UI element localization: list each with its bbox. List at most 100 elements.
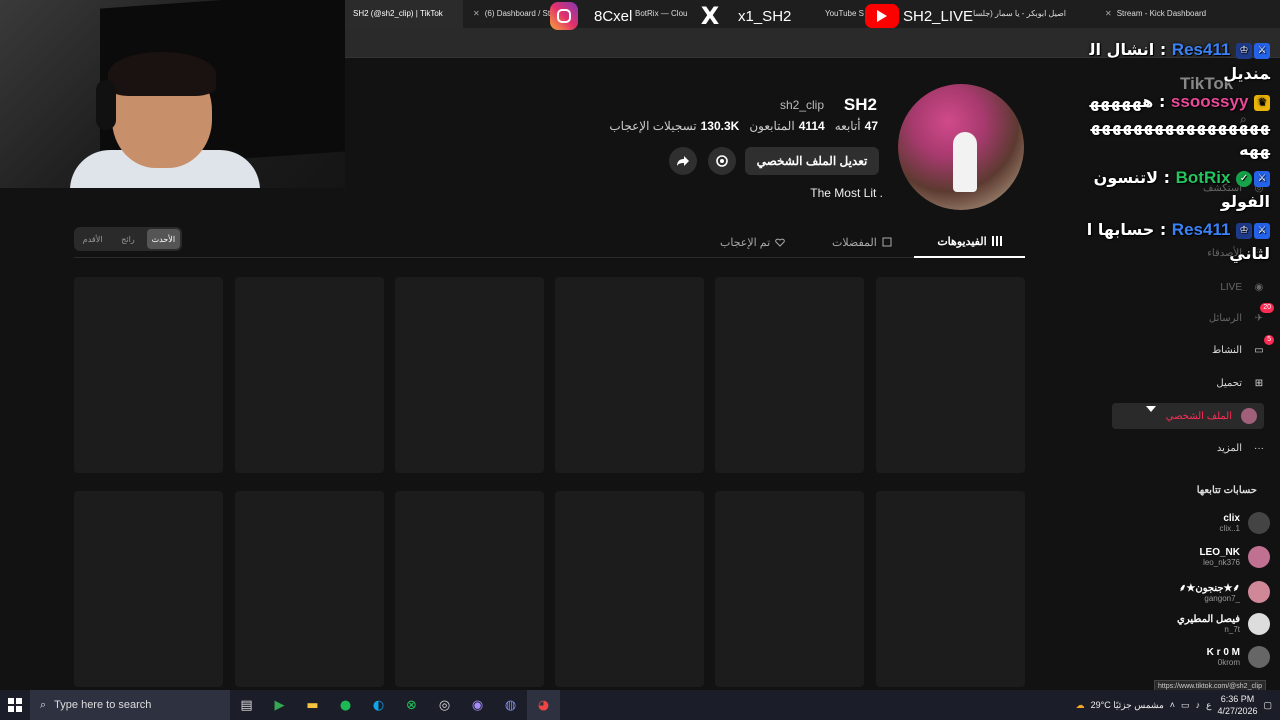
video-tile[interactable] <box>876 491 1025 687</box>
video-tile[interactable] <box>74 491 223 687</box>
language-indicator[interactable]: ع <box>1206 700 1211 711</box>
sort-oldest[interactable]: الأقدم <box>76 229 109 249</box>
avatar <box>1248 613 1270 635</box>
clock[interactable]: 6:36 PM 4/27/2026 <box>1217 693 1257 717</box>
mod-badge-icon: ⚔ <box>1254 170 1270 187</box>
start-button[interactable] <box>0 690 30 720</box>
browser-tab[interactable]: ✕ (6) Dashboard / St <box>471 0 551 28</box>
video-tile[interactable] <box>715 491 864 687</box>
browser-tab[interactable]: اصيل ابوبكر - يا سمار (جلسا <box>973 0 1093 28</box>
mod-badge-icon: ⚔ <box>1254 42 1270 59</box>
video-tile[interactable] <box>395 491 544 687</box>
sort-popular[interactable]: رائج <box>111 229 144 249</box>
settings-button[interactable] <box>708 147 736 175</box>
avatar <box>1248 512 1270 534</box>
following-account[interactable]: ⸙★جنجون★⸙ gangon7_ <box>1179 580 1270 603</box>
nav-activity[interactable]: النشاط ▭ 5 <box>1212 335 1274 363</box>
following-account[interactable]: clix clix..1 <box>1220 512 1270 534</box>
network-icon[interactable]: ▭ <box>1181 700 1190 711</box>
profile-avatar[interactable] <box>898 84 1024 210</box>
grid-icon <box>991 236 1002 246</box>
edit-profile-button[interactable]: تعديل الملف الشخصي <box>745 147 879 175</box>
bookmark-icon <box>882 237 892 247</box>
discord-icon[interactable]: ◍ <box>494 690 527 720</box>
task-view-icon[interactable]: ▤ <box>230 690 263 720</box>
og-badge-icon: ♔ <box>1236 42 1252 59</box>
share-button[interactable] <box>669 147 697 175</box>
account-handle: leo_nk376 <box>1203 558 1240 567</box>
nav-upload[interactable]: تحميل ⊞ <box>1216 370 1268 396</box>
play-store-icon[interactable]: ▶ <box>263 690 296 720</box>
tab-videos[interactable]: الفيديوهات <box>914 226 1025 258</box>
search-placeholder: Type here to search <box>54 699 152 711</box>
close-icon[interactable]: ✕ <box>473 9 480 18</box>
account-name: ⸙★جنجون★⸙ <box>1178 583 1240 594</box>
chat-username: BotRix <box>1175 168 1231 187</box>
video-tile[interactable] <box>235 277 384 473</box>
obs-icon[interactable]: ◎ <box>428 690 461 720</box>
messages-icon: ✈ 20 <box>1250 303 1274 327</box>
avatar <box>1248 546 1270 568</box>
weather-text[interactable]: 29°C مشمس جزئيًا <box>1091 700 1164 711</box>
clock-date: 4/27/2026 <box>1217 706 1258 716</box>
video-tile[interactable] <box>876 277 1025 473</box>
browser-tab[interactable]: SH2 (@sh2_clip) | TikTok <box>345 0 463 28</box>
following-account[interactable]: K r 0 M 0krom <box>1207 646 1270 668</box>
account-handle: n_7t <box>1224 625 1240 634</box>
messages-badge: 20 <box>1260 303 1274 313</box>
account-name: LEO_NK <box>1199 547 1240 558</box>
instagram-icon <box>550 2 578 30</box>
tab-title: Stream - Kick Dashboard <box>1116 9 1207 18</box>
file-explorer-icon[interactable]: ▬ <box>296 690 329 720</box>
og-badge-icon: ♔ <box>1236 222 1252 239</box>
chrome-icon[interactable]: ◕ <box>527 690 560 720</box>
share-icon <box>677 156 689 166</box>
clock-time: 6:36 PM <box>1220 694 1255 704</box>
notifications-icon[interactable]: ▢ <box>1263 700 1272 711</box>
nav-more[interactable]: المزيد ··· <box>1217 435 1268 461</box>
video-tile[interactable] <box>555 277 704 473</box>
tab-liked[interactable]: تم الإعجاب <box>720 226 785 258</box>
crown-badge-icon: ♛ <box>1254 94 1270 111</box>
following-account[interactable]: LEO_NK leo_nk376 <box>1199 546 1270 568</box>
profile-bio: The Most Lit . <box>810 186 883 200</box>
chat-username: Res411 <box>1171 40 1231 59</box>
tab-title: (6) Dashboard / St <box>484 9 551 18</box>
chat-username: ssoossyy <box>1170 92 1249 111</box>
nav-live[interactable]: LIVE ◉ <box>1220 274 1268 300</box>
video-tile[interactable] <box>235 491 384 687</box>
xbox-icon[interactable]: ⊗ <box>395 690 428 720</box>
video-tile[interactable] <box>715 277 864 473</box>
following-stat[interactable]: 47أتابعه <box>835 119 878 133</box>
nav-label: تحميل <box>1216 377 1242 389</box>
browser-tab[interactable]: ✕ Stream - Kick Dashboard <box>1105 0 1235 28</box>
taskbar-search[interactable]: ⌕ Type here to search <box>30 690 230 720</box>
volume-icon[interactable]: ♪ <box>1196 700 1201 710</box>
chevron-up-icon[interactable]: ˄ <box>1170 700 1175 710</box>
weather-icon: ☁ <box>1075 699 1085 710</box>
video-tile[interactable] <box>74 277 223 473</box>
edge-icon[interactable]: ◐ <box>362 690 395 720</box>
nav-messages[interactable]: الرسائل ✈ 20 <box>1209 303 1274 331</box>
nav-profile[interactable]: الملف الشخصي <box>1112 403 1264 429</box>
likes-label: تسجيلات الإعجاب <box>609 119 697 133</box>
spotify-icon[interactable]: ● <box>329 690 362 720</box>
close-icon[interactable]: ✕ <box>1105 9 1112 18</box>
tab-label: تم الإعجاب <box>720 236 771 249</box>
nav-label: الملف الشخصي <box>1165 410 1232 422</box>
chat-username: Res411 <box>1171 220 1231 239</box>
followers-count: 4114 <box>798 119 825 133</box>
following-account[interactable]: فيصل المطيري n_7t <box>1177 613 1270 635</box>
profile-stats: 47أتابعه 4114المتابعون 130.3Kتسجيلات الإ… <box>609 119 878 133</box>
video-tile[interactable] <box>555 491 704 687</box>
video-tile[interactable] <box>395 277 544 473</box>
tab-favorites[interactable]: المفضلات <box>832 226 892 258</box>
followers-label: المتابعون <box>749 119 795 133</box>
nav-label: المزيد <box>1216 442 1242 454</box>
tab-label: المفضلات <box>832 236 877 249</box>
app-icon[interactable]: ◉ <box>461 690 494 720</box>
followers-stat[interactable]: 4114المتابعون <box>749 119 824 133</box>
browser-tab[interactable]: YouTube S <box>825 0 865 28</box>
account-handle: 0krom <box>1217 658 1240 667</box>
sort-latest[interactable]: الأحدث <box>146 229 180 249</box>
